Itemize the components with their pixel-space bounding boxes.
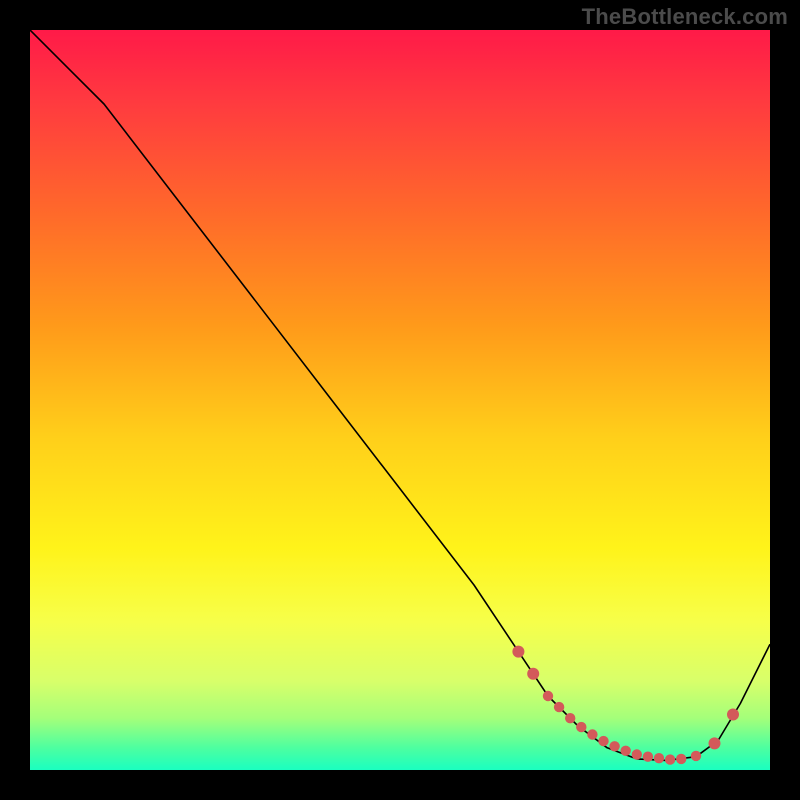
marker-dot [576, 722, 586, 732]
chart-frame: TheBottleneck.com [0, 0, 800, 800]
marker-dot [709, 737, 721, 749]
marker-dot [691, 751, 701, 761]
marker-dot [632, 749, 642, 759]
marker-dot [565, 713, 575, 723]
watermark-text: TheBottleneck.com [582, 4, 788, 30]
marker-dot [665, 754, 675, 764]
marker-dot [621, 746, 631, 756]
marker-dot [727, 709, 739, 721]
plot-area [30, 30, 770, 770]
marker-dot [527, 668, 539, 680]
marker-dot [609, 741, 619, 751]
marker-dot [543, 691, 553, 701]
marker-dot [587, 729, 597, 739]
marker-dot [554, 702, 564, 712]
marker-dot [598, 736, 608, 746]
marker-dot [643, 752, 653, 762]
marker-dot [654, 753, 664, 763]
marker-dot [676, 754, 686, 764]
chart-svg [30, 30, 770, 770]
gradient-background [30, 30, 770, 770]
marker-dot [512, 646, 524, 658]
